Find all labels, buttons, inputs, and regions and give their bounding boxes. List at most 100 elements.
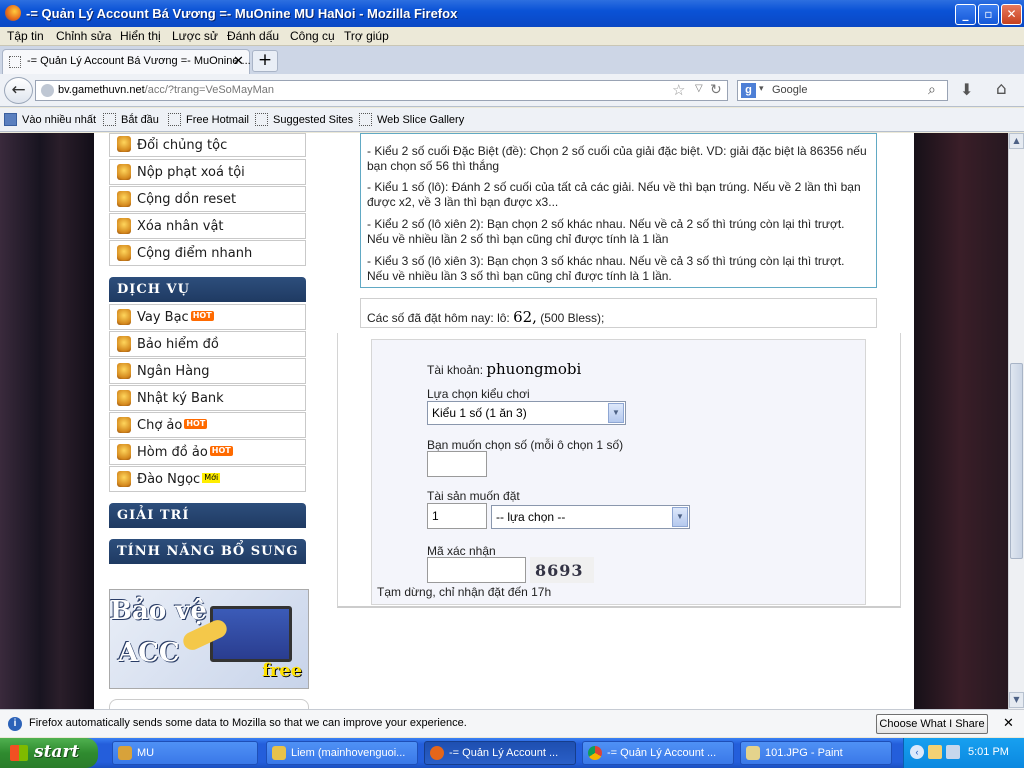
sidebar-item-label: Nhật ký Bank bbox=[137, 391, 224, 406]
taskbar-item-paint[interactable]: 101.JPG - Paint bbox=[740, 741, 892, 765]
sidebar-item-quick-points[interactable]: Cộng điểm nhanh bbox=[109, 240, 306, 266]
choose-what-i-share-button[interactable]: Choose What I Share bbox=[876, 714, 988, 734]
hot-badge: HOT bbox=[184, 419, 208, 429]
start-button[interactable]: start bbox=[0, 738, 98, 768]
back-button[interactable]: ← bbox=[4, 77, 33, 104]
bookmark-most-visited[interactable]: Vào nhiều nhất bbox=[22, 114, 96, 126]
game-type-select[interactable]: Kiểu 1 số (1 ăn 3) ▼ bbox=[427, 401, 626, 425]
captcha-image: 8693 bbox=[530, 557, 594, 583]
window-title-bar[interactable]: -= Quản Lý Account Bá Vương =- MuOnine M… bbox=[0, 0, 1024, 27]
tray-network-icon[interactable] bbox=[946, 745, 960, 759]
sidebar-header-entertainment[interactable]: GIẢI TRÍ bbox=[109, 503, 306, 528]
captcha-input[interactable] bbox=[427, 557, 526, 583]
reload-icon[interactable]: ↻ bbox=[710, 81, 722, 98]
clock[interactable]: 5:01 PM bbox=[968, 746, 1009, 758]
downloads-icon[interactable]: ⬇ bbox=[960, 80, 973, 99]
close-button[interactable]: ✕ bbox=[1001, 4, 1022, 25]
menu-file[interactable]: Tập tin bbox=[7, 29, 44, 43]
scroll-down-icon[interactable]: ▼ bbox=[1009, 692, 1024, 708]
notification-close-icon[interactable]: ✕ bbox=[1003, 715, 1014, 731]
search-icon[interactable]: ⌕ bbox=[928, 81, 936, 98]
sidebar-item-dig-jewel[interactable]: Đào Ngọc Mới bbox=[109, 466, 306, 492]
coin-icon bbox=[117, 363, 131, 379]
taskbar-item-mu[interactable]: MU bbox=[112, 741, 258, 765]
game-icon bbox=[118, 746, 132, 760]
minimize-button[interactable]: _ bbox=[955, 4, 976, 25]
sidebar-item-change-race[interactable]: Đổi chủng tộc bbox=[109, 133, 306, 157]
coin-icon bbox=[117, 444, 131, 460]
firefox-icon bbox=[430, 746, 444, 760]
game-type-value: Kiểu 1 số (1 ăn 3) bbox=[432, 406, 527, 420]
sidebar-item-label: Chợ ảo HOT bbox=[137, 418, 208, 433]
menu-edit[interactable]: Chỉnh sửa bbox=[56, 29, 111, 43]
menu-bar: Tập tin Chỉnh sửa Hiển thị Lược sử Đánh … bbox=[0, 27, 1024, 46]
search-placeholder[interactable]: Google bbox=[772, 84, 807, 96]
sidebar-item-label: Đổi chủng tộc bbox=[137, 138, 228, 153]
protect-account-banner[interactable]: Bảo vệ ACC free bbox=[109, 589, 309, 689]
bookmark-free-hotmail[interactable]: Free Hotmail bbox=[186, 114, 249, 126]
url-text[interactable]: bv.gamethuvn.net/acc/?trang=VeSoMayMan bbox=[58, 84, 274, 96]
engine-dropdown-icon[interactable]: ▾ bbox=[759, 83, 764, 94]
menu-view[interactable]: Hiển thị bbox=[120, 29, 161, 43]
sidebar-item-delete-character[interactable]: Xóa nhân vật bbox=[109, 213, 306, 239]
sidebar-item-label: Nộp phạt xoá tội bbox=[137, 165, 245, 180]
bookmark-suggested-sites[interactable]: Suggested Sites bbox=[273, 114, 353, 126]
menu-bookmarks[interactable]: Đánh dấu bbox=[227, 29, 279, 43]
tab-close-icon[interactable]: ✕ bbox=[233, 53, 244, 69]
rules-box: - Kiểu 2 số cuối Đặc Biệt (đề): Chọn 2 s… bbox=[360, 133, 877, 288]
menu-tools[interactable]: Công cụ bbox=[290, 29, 335, 43]
bookmark-web-slice-gallery[interactable]: Web Slice Gallery bbox=[377, 114, 464, 126]
maximize-button[interactable]: ▫ bbox=[978, 4, 999, 25]
sidebar-item-bank[interactable]: Ngân Hàng bbox=[109, 358, 306, 384]
chrome-icon bbox=[588, 746, 602, 760]
new-tab-button[interactable]: + bbox=[252, 50, 278, 72]
chevron-down-icon[interactable]: ▼ bbox=[608, 403, 624, 423]
number-input[interactable] bbox=[427, 451, 487, 477]
taskbar-item-chrome[interactable]: -= Quản Lý Account ... bbox=[582, 741, 734, 765]
sidebar-item-pay-fine[interactable]: Nộp phạt xoá tội bbox=[109, 159, 306, 185]
scrollbar-thumb[interactable] bbox=[1010, 363, 1023, 559]
tab-active[interactable]: -= Quản Lý Account Bá Vương =- MuOnine .… bbox=[2, 49, 251, 74]
bookmark-getting-started[interactable]: Bắt đầu bbox=[121, 114, 159, 126]
placed-numbers-box: Các số đã đặt hôm nay: lô: 62, (500 Bles… bbox=[360, 298, 877, 328]
sidebar-item-insurance[interactable]: Bảo hiểm đồ bbox=[109, 331, 306, 357]
sidebar-item-reset-sum[interactable]: Cộng dồn reset bbox=[109, 186, 306, 212]
system-tray: ‹ 5:01 PM bbox=[903, 738, 1024, 768]
sidebar-header-extra-features[interactable]: TÍNH NĂNG BỔ SUNG bbox=[109, 539, 306, 564]
coin-icon bbox=[117, 336, 131, 352]
tray-app-icon[interactable] bbox=[928, 745, 942, 759]
rule-special: - Kiểu 2 số cuối Đặc Biệt (đề): Chọn 2 s… bbox=[367, 144, 867, 173]
sidebar-header-services: DỊCH VỤ bbox=[109, 277, 306, 302]
taskbar-item-chat[interactable]: Liem (mainhovenguoi... bbox=[266, 741, 418, 765]
placed-numbers-value: 62, bbox=[513, 308, 537, 326]
bookmark-star-icon[interactable]: ☆ bbox=[672, 81, 685, 99]
scroll-up-icon[interactable]: ▲ bbox=[1009, 133, 1024, 149]
asset-type-select[interactable]: -- lựa chọn -- ▼ bbox=[491, 505, 690, 529]
home-icon[interactable]: ⌂ bbox=[996, 79, 1007, 99]
banner-line1: Bảo vệ bbox=[110, 596, 207, 626]
coin-icon bbox=[117, 164, 131, 180]
window-title: -= Quản Lý Account Bá Vương =- MuOnine M… bbox=[26, 6, 458, 21]
google-engine-icon[interactable]: g bbox=[741, 83, 756, 98]
coin-icon bbox=[117, 136, 131, 152]
coin-icon bbox=[117, 390, 131, 406]
sidebar-item-loan[interactable]: Vay Bạc HOT bbox=[109, 304, 306, 330]
menu-help[interactable]: Trợ giúp bbox=[344, 29, 389, 43]
search-bar[interactable]: g ▾ Google ⌕ bbox=[737, 80, 948, 101]
sidebar-item-virtual-chest[interactable]: Hòm đồ ảo HOT bbox=[109, 439, 306, 465]
taskbar-item-firefox[interactable]: -= Quản Lý Account ... bbox=[424, 741, 576, 765]
menu-history[interactable]: Lược sử bbox=[172, 29, 218, 43]
tray-expand-icon[interactable]: ‹ bbox=[910, 745, 924, 759]
asset-type-value: -- lựa chọn -- bbox=[496, 510, 566, 524]
coin-icon bbox=[117, 218, 131, 234]
chevron-down-icon[interactable]: ▼ bbox=[672, 507, 688, 527]
url-bar[interactable]: bv.gamethuvn.net/acc/?trang=VeSoMayMan ☆… bbox=[35, 80, 728, 101]
url-dropdown-icon[interactable]: ▽ bbox=[695, 83, 703, 94]
site-identity-icon[interactable] bbox=[41, 84, 54, 97]
asset-amount-input[interactable]: 1 bbox=[427, 503, 487, 529]
sidebar-item-bank-log[interactable]: Nhật ký Bank bbox=[109, 385, 306, 411]
sidebar-item-virtual-market[interactable]: Chợ ảo HOT bbox=[109, 412, 306, 438]
sidebar-item-label: Bảo hiểm đồ bbox=[137, 337, 219, 352]
paint-icon bbox=[746, 746, 760, 760]
vertical-scrollbar[interactable]: ▲ ▼ bbox=[1008, 133, 1024, 709]
